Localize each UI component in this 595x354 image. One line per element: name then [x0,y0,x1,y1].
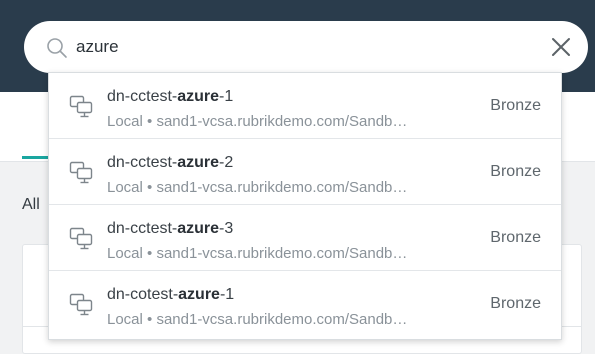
result-name: dn-cctest-azure-3 [107,220,234,237]
virtual-machine-icon [69,293,95,317]
result-name: dn-cotest-azure-1 [107,286,235,303]
result-sla-domain: Bronze [490,295,541,312]
result-sla-domain: Bronze [490,163,541,180]
result-name: dn-cctest-azure-2 [107,154,234,171]
virtual-machine-icon [69,161,95,185]
search-input[interactable] [76,32,516,62]
virtual-machine-icon [69,227,95,251]
result-path: Local • sand1-vcsa.rubrikdemo.com/Sandb… [107,311,408,328]
search-result-item[interactable]: dn-cotest-azure-1 Local • sand1-vcsa.rub… [49,271,561,337]
close-icon [548,38,574,63]
search-result-item[interactable]: dn-cctest-azure-2 Local • sand1-vcsa.rub… [49,139,561,205]
clear-search-button[interactable] [548,34,574,60]
result-path: Local • sand1-vcsa.rubrikdemo.com/Sandb… [107,179,408,196]
search-result-item[interactable]: dn-cctest-azure-3 Local • sand1-vcsa.rub… [49,205,561,271]
result-path: Local • sand1-vcsa.rubrikdemo.com/Sandb… [107,245,408,262]
filter-all-label: All [22,196,40,213]
result-name: dn-cctest-azure-1 [107,88,234,105]
search-result-item[interactable]: dn-cctest-azure-1 Local • sand1-vcsa.rub… [49,73,561,139]
virtual-machine-icon [69,95,95,119]
result-sla-domain: Bronze [490,97,541,114]
result-sla-domain: Bronze [490,229,541,246]
page: All dn-cctest- [0,0,595,354]
search-results-dropdown: dn-cctest-azure-1 Local • sand1-vcsa.rub… [48,72,562,340]
search-icon [46,37,68,59]
result-path: Local • sand1-vcsa.rubrikdemo.com/Sandb… [107,113,408,130]
